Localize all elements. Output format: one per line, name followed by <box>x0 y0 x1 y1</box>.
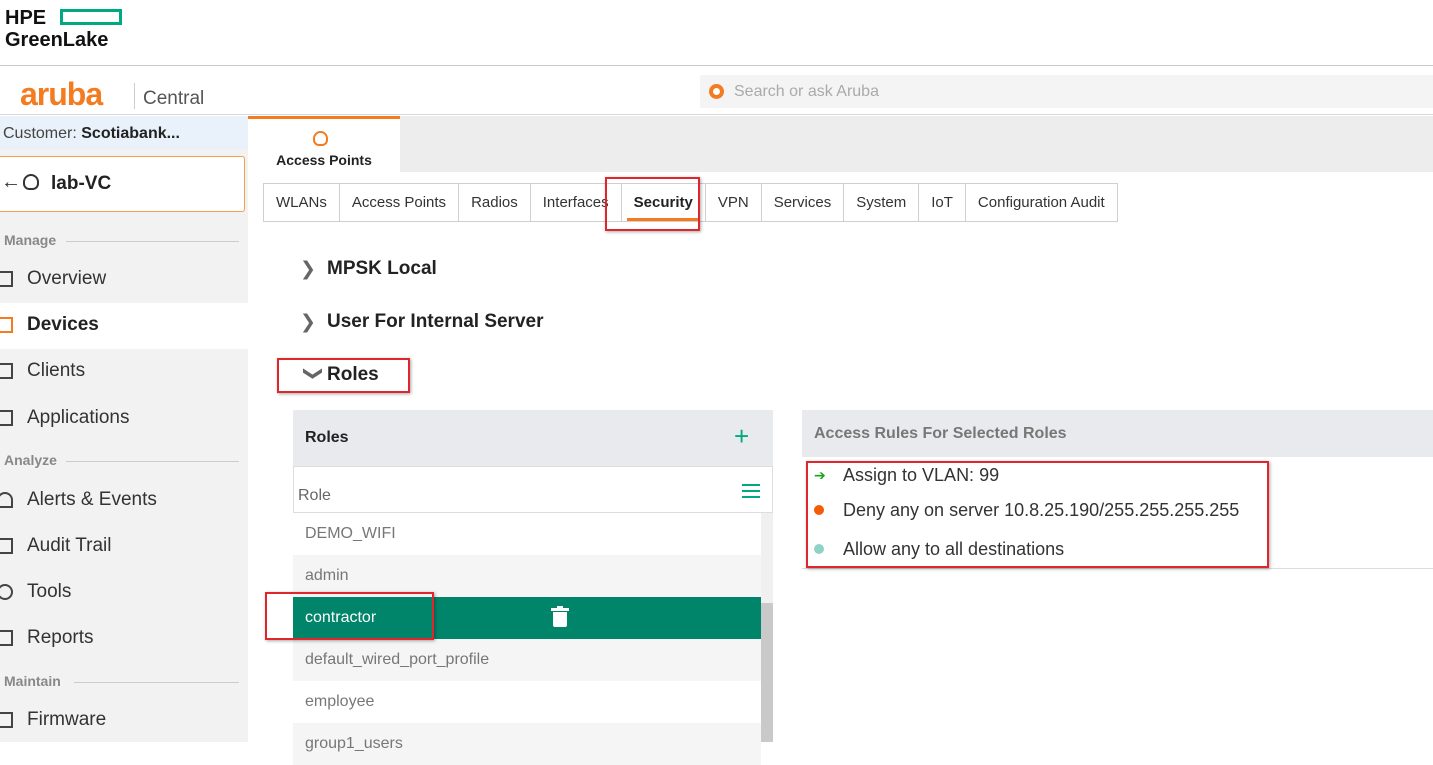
role-name: group1_users <box>305 735 403 752</box>
role-name: DEMO_WIFI <box>305 525 396 542</box>
back-arrow-icon[interactable]: ← <box>1 171 21 194</box>
table-row[interactable]: group1_users <box>293 723 761 765</box>
hpe-logo-line2: GreenLake <box>5 29 109 51</box>
tab-services[interactable]: Services <box>761 184 845 221</box>
search-box[interactable] <box>700 75 1433 108</box>
table-row[interactable]: DEMO_WIFI <box>293 513 761 555</box>
wrench-icon <box>0 584 13 600</box>
clients-icon <box>0 363 13 379</box>
sidebar-item-label: Devices <box>27 314 99 335</box>
hpe-element-icon <box>60 9 122 25</box>
search-input[interactable] <box>734 81 1414 103</box>
roles-scrollbar[interactable] <box>761 513 773 742</box>
aruba-header: aruba Central <box>0 67 1433 115</box>
role-column-label: Role <box>298 487 331 504</box>
sidebar-item-devices[interactable]: Devices <box>0 303 248 349</box>
main-content: Access Points WLANs Access Points Radios… <box>248 116 1433 765</box>
annotation-highlight-contractor <box>265 592 434 640</box>
access-rules-header: Access Rules For Selected Roles <box>802 410 1433 457</box>
section-analyze-label: Analyze <box>4 452 57 468</box>
context-selector[interactable]: ← lab-VC <box>0 156 245 212</box>
table-row[interactable]: default_wired_port_profile <box>293 639 761 681</box>
sidebar-item-label: Overview <box>27 268 107 289</box>
roles-column-header: Role <box>293 466 773 513</box>
scrollbar-thumb[interactable] <box>761 603 773 742</box>
hpe-header: HPE GreenLake <box>0 0 1433 66</box>
tab-configuration-audit[interactable]: Configuration Audit <box>965 184 1117 221</box>
customer-selector[interactable]: Customer: Scotiabank... <box>0 116 248 149</box>
accordion-title: MPSK Local <box>327 258 437 279</box>
access-point-icon <box>313 131 328 146</box>
sidebar: Customer: Scotiabank... ← lab-VC Manage … <box>0 116 248 742</box>
chevron-right-icon: ❯ <box>300 259 316 280</box>
section-manage: Manage <box>4 232 239 248</box>
tab-radios[interactable]: Radios <box>459 184 531 221</box>
chip-icon <box>0 712 13 728</box>
device-type-bar: Access Points <box>248 116 1433 172</box>
roles-panel: Roles + Role DEMO_WIFI admin contractor … <box>293 410 773 765</box>
sidebar-item-label: Audit Trail <box>27 535 112 556</box>
annotation-highlight-rules <box>806 461 1269 568</box>
add-role-icon[interactable]: + <box>734 423 749 449</box>
column-menu-icon[interactable] <box>742 484 760 502</box>
customer-name: Scotiabank... <box>81 125 180 142</box>
table-row[interactable]: employee <box>293 681 761 723</box>
section-divider <box>66 461 239 462</box>
sidebar-item-label: Alerts & Events <box>27 489 157 510</box>
role-name: default_wired_port_profile <box>305 651 490 668</box>
tab-access-points-device[interactable]: Access Points <box>248 116 400 172</box>
sidebar-item-label: Applications <box>27 407 130 428</box>
sidebar-item-audit-trail[interactable]: Audit Trail <box>0 524 248 570</box>
logo-divider <box>134 83 135 109</box>
sidebar-item-label: Clients <box>27 360 86 381</box>
aruba-search-icon <box>709 84 724 99</box>
role-name: admin <box>305 567 349 584</box>
table-row[interactable]: admin <box>293 555 761 597</box>
sidebar-item-label: Firmware <box>27 709 107 730</box>
sidebar-item-label: Reports <box>27 627 94 648</box>
audit-icon <box>0 538 13 554</box>
bell-icon <box>0 492 13 508</box>
devices-icon <box>0 317 13 333</box>
sidebar-item-tools[interactable]: Tools <box>0 570 248 616</box>
trash-icon[interactable] <box>551 606 569 627</box>
sidebar-item-applications[interactable]: Applications <box>0 396 248 442</box>
section-divider <box>66 241 239 242</box>
tab-vpn[interactable]: VPN <box>705 184 762 221</box>
tab-system[interactable]: System <box>844 184 920 221</box>
section-maintain-label: Maintain <box>4 673 61 689</box>
device-tab-label: Access Points <box>276 152 372 168</box>
access-rules-title: Access Rules For Selected Roles <box>814 425 1067 442</box>
sidebar-item-firmware[interactable]: Firmware <box>0 698 248 744</box>
sidebar-item-reports[interactable]: Reports <box>0 616 248 662</box>
annotation-highlight-security <box>605 177 700 231</box>
tab-iot[interactable]: IoT <box>919 184 966 221</box>
tab-access-points[interactable]: Access Points <box>339 184 460 221</box>
tab-wlans[interactable]: WLANs <box>264 184 340 221</box>
access-point-icon <box>23 174 39 190</box>
sidebar-item-label: Tools <box>27 581 72 602</box>
section-manage-label: Manage <box>4 232 57 248</box>
applications-icon <box>0 410 13 426</box>
context-name: lab-VC <box>51 173 112 194</box>
sidebar-item-clients[interactable]: Clients <box>0 349 248 395</box>
grid-icon <box>0 271 13 287</box>
customer-label: Customer: <box>3 125 82 142</box>
roles-panel-header: Roles + <box>293 410 773 466</box>
role-name: employee <box>305 693 375 710</box>
product-name: Central <box>143 88 205 109</box>
sidebar-item-alerts-events[interactable]: Alerts & Events <box>0 478 248 524</box>
hpe-greenlake-logo[interactable]: HPE GreenLake <box>5 7 122 51</box>
annotation-highlight-roles <box>277 358 410 393</box>
reports-icon <box>0 630 13 646</box>
section-analyze: Analyze <box>4 452 239 468</box>
sidebar-item-overview[interactable]: Overview <box>0 257 248 303</box>
roles-panel-title: Roles <box>305 429 349 446</box>
aruba-logo[interactable]: aruba <box>20 78 103 110</box>
section-divider <box>74 682 239 683</box>
accordion-title: User For Internal Server <box>327 311 544 332</box>
chevron-right-icon: ❯ <box>300 312 316 333</box>
section-maintain: Maintain <box>4 673 239 689</box>
